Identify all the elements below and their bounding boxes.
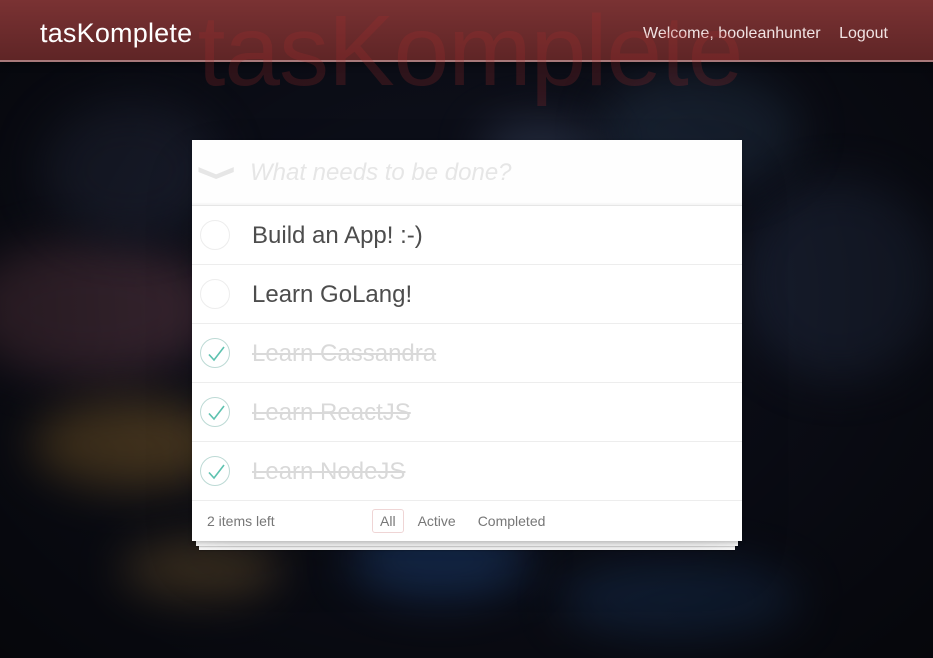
filter-all[interactable]: All: [372, 509, 404, 533]
todo-title[interactable]: Learn ReactJS: [252, 399, 411, 427]
user-menu: Welcome, booleanhunter Logout: [643, 25, 888, 43]
checkmark-icon[interactable]: [200, 338, 230, 368]
welcome-text: Welcome, booleanhunter: [643, 25, 821, 42]
filter-active[interactable]: Active: [410, 509, 464, 533]
todo-list: Build an App! :-) Learn GoLang! Learn Cass…: [192, 206, 742, 501]
todo-item: Learn ReactJS: [192, 383, 742, 442]
todo-title[interactable]: Learn NodeJS: [252, 458, 405, 486]
brand-logo[interactable]: tasKomplete: [40, 18, 192, 49]
filter-item: Completed: [470, 509, 554, 533]
todo-checkbox[interactable]: [200, 279, 230, 309]
todo-item: Learn NodeJS: [192, 442, 742, 501]
todo-footer: 2 items left All Active Completed: [192, 501, 742, 541]
todo-title[interactable]: Learn Cassandra: [252, 340, 436, 368]
filter-item: Active: [410, 509, 464, 533]
filter-tabs: All Active Completed: [372, 509, 559, 533]
todo-app: ❯ Build an App! :-) Learn GoLang! Learn Ca…: [192, 140, 742, 541]
todo-item: Learn Cassandra: [192, 324, 742, 383]
items-left-count: 2 items left: [207, 513, 275, 529]
new-todo-row: ❯: [192, 140, 742, 206]
filter-item: All: [372, 509, 404, 533]
filter-completed[interactable]: Completed: [470, 509, 554, 533]
todo-checkbox[interactable]: [200, 220, 230, 250]
todo-item: Build an App! :-): [192, 206, 742, 265]
chevron-down-icon[interactable]: ❯: [199, 159, 239, 187]
checkmark-icon[interactable]: [200, 456, 230, 486]
logout-link[interactable]: Logout: [839, 25, 888, 43]
todo-title[interactable]: Build an App! :-): [252, 222, 423, 250]
checkmark-icon[interactable]: [200, 397, 230, 427]
todo-item: Learn GoLang!: [192, 265, 742, 324]
top-navbar: tasKomplete Welcome, booleanhunter Logou…: [0, 0, 933, 62]
todo-title[interactable]: Learn GoLang!: [252, 281, 412, 309]
new-todo-input[interactable]: [250, 154, 720, 192]
card-stack-shadow: [199, 546, 735, 550]
card-stack-shadow: [196, 541, 738, 546]
